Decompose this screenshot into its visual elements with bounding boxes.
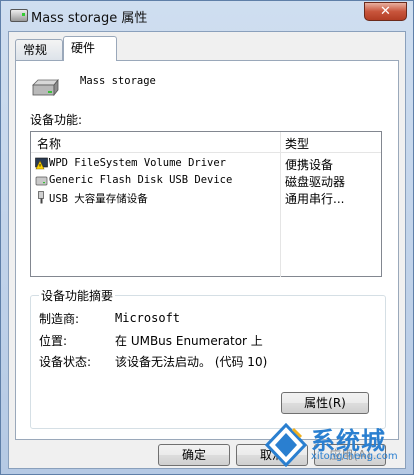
list-item[interactable]: USB 大容量存储设备 通用串行... xyxy=(31,190,381,207)
function-summary-group: 设备功能摘要 制造商: Microsoft 位置: 在 UMBus Enumer… xyxy=(30,287,386,429)
status-label: 设备状态: xyxy=(39,355,92,369)
properties-window: Mass storage 属性 ✕ 常规 硬件 Mass storage 设备功… xyxy=(0,0,414,475)
manufacturer-label: 制造商: xyxy=(39,312,80,326)
drive-icon xyxy=(10,9,28,22)
title-bar[interactable]: Mass storage 属性 ✕ xyxy=(1,1,413,31)
cancel-button[interactable]: 取消 xyxy=(236,444,308,466)
apply-button[interactable]: 应用(A) xyxy=(314,444,386,466)
disk-drive-icon xyxy=(35,176,48,186)
list-item[interactable]: Generic Flash Disk USB Device 磁盘驱动器 xyxy=(31,173,381,190)
dialog-client: 常规 硬件 Mass storage 设备功能: 名称 类型 WPD FileS… xyxy=(8,31,406,469)
status-value: 该设备无法启动。 (代码 10) xyxy=(115,355,268,369)
device-function-name: WPD FileSystem Volume Driver xyxy=(49,157,227,169)
column-header-type[interactable]: 类型 xyxy=(285,135,309,152)
window-title: Mass storage 属性 xyxy=(31,11,148,26)
tab-general[interactable]: 常规 xyxy=(15,39,63,60)
manufacturer-value: Microsoft xyxy=(115,311,181,325)
tab-hardware[interactable]: 硬件 xyxy=(63,36,117,61)
wpd-warning-icon xyxy=(35,157,48,170)
device-function-type: 便携设备 xyxy=(285,158,334,172)
drive-icon xyxy=(32,79,59,97)
functions-list[interactable]: 名称 类型 WPD FileSystem Volume Driver 便携设备 xyxy=(30,131,382,277)
device-function-type: 磁盘驱动器 xyxy=(285,175,346,189)
summary-title: 设备功能摘要 xyxy=(39,287,116,304)
hardware-panel: Mass storage 设备功能: 名称 类型 WPD FileSystem … xyxy=(15,60,399,440)
location-value: 在 UMBus Enumerator 上 xyxy=(115,334,263,348)
column-header-name[interactable]: 名称 xyxy=(37,135,61,152)
device-function-name: USB 大容量存储设备 xyxy=(49,193,148,205)
location-label: 位置: xyxy=(39,334,68,348)
usb-icon xyxy=(38,191,44,204)
close-button[interactable]: ✕ xyxy=(364,2,407,21)
properties-button[interactable]: 属性(R) xyxy=(281,392,369,414)
ok-button[interactable]: 确定 xyxy=(158,444,230,466)
device-function-type: 通用串行... xyxy=(285,192,345,206)
list-item[interactable]: WPD FileSystem Volume Driver 便携设备 xyxy=(31,156,381,173)
device-function-name: Generic Flash Disk USB Device xyxy=(49,174,233,186)
list-header: 名称 类型 xyxy=(31,132,381,153)
functions-label: 设备功能: xyxy=(30,113,83,127)
device-name: Mass storage xyxy=(80,75,156,87)
